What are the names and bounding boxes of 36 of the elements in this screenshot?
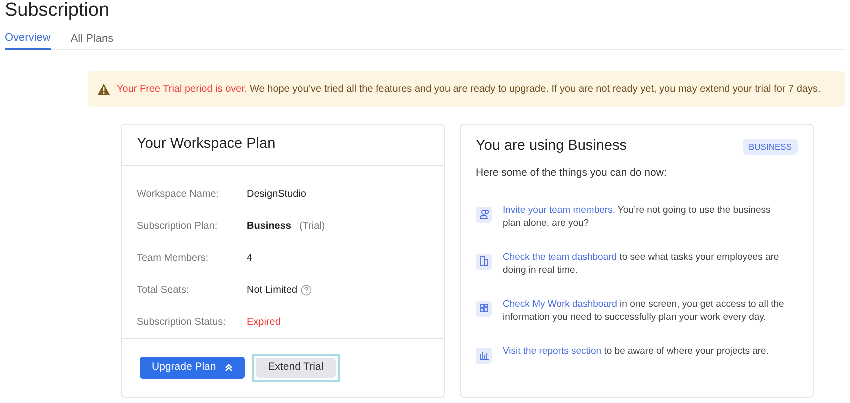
- alert-message: Your Free Trial period is over. We hope you’ve tried all the features and you are ready to upgrade. If you are not ready yet, you may extend your trial for 7 days.: [117, 82, 821, 96]
- people-icon: [476, 206, 492, 222]
- tab[interactable]: Overview: [5, 29, 51, 50]
- layout-grid-icon: [476, 300, 492, 316]
- extend-trial-button[interactable]: Extend Trial: [256, 358, 336, 378]
- plan-note: (Trial): [299, 220, 326, 234]
- bar-chart-icon: [476, 348, 492, 364]
- field-value: DesignStudio: [247, 188, 306, 202]
- feature-link[interactable]: Check the team dashboard: [503, 252, 618, 262]
- field-value: 4: [247, 252, 253, 266]
- help-icon[interactable]: [300, 284, 312, 296]
- feature-link[interactable]: Visit the reports section: [503, 346, 602, 356]
- page-title: Subscription: [5, 0, 111, 22]
- intro-text: Here some of the things you can do now:: [476, 166, 668, 181]
- field-label: Total Seats:: [137, 284, 190, 298]
- feature-description: Invite your team members. You’re not going to use the business plan alone, are you?: [503, 204, 772, 230]
- feature-link[interactable]: Check My Work dashboard: [503, 298, 618, 310]
- building-icon: [476, 254, 492, 270]
- feature-link[interactable]: Invite your team members.: [503, 204, 616, 216]
- feature-description: Visit the reports section to be aware of where your projects are.: [503, 344, 770, 358]
- field-label: Subscription Status:: [137, 316, 227, 330]
- field-label: Team Members:: [137, 252, 210, 266]
- field-value: Not Limited: [247, 284, 298, 298]
- upgrade-plan-button[interactable]: Upgrade Plan: [140, 357, 246, 379]
- card-title: You are using Business: [476, 137, 628, 156]
- plan-badge: BUSINESS: [743, 138, 798, 156]
- feature-description: Check the team dashboard to see what tasks your employees are doing in real time.: [503, 250, 780, 276]
- field-value: Expired: [247, 316, 281, 330]
- warning-icon: [98, 84, 110, 94]
- field-label: Subscription Plan:: [137, 220, 219, 234]
- tab[interactable]: All Plans: [70, 29, 114, 50]
- card-title: Your Workspace Plan: [137, 135, 276, 154]
- double-chevron-up-icon: [225, 364, 234, 372]
- feature-description: Check My Work dashboard in one screen, you get access to all the information you need to successfully plan your work every day.: [503, 298, 786, 324]
- field-value: Business: [247, 220, 292, 234]
- field-label: Workspace Name:: [137, 188, 220, 202]
